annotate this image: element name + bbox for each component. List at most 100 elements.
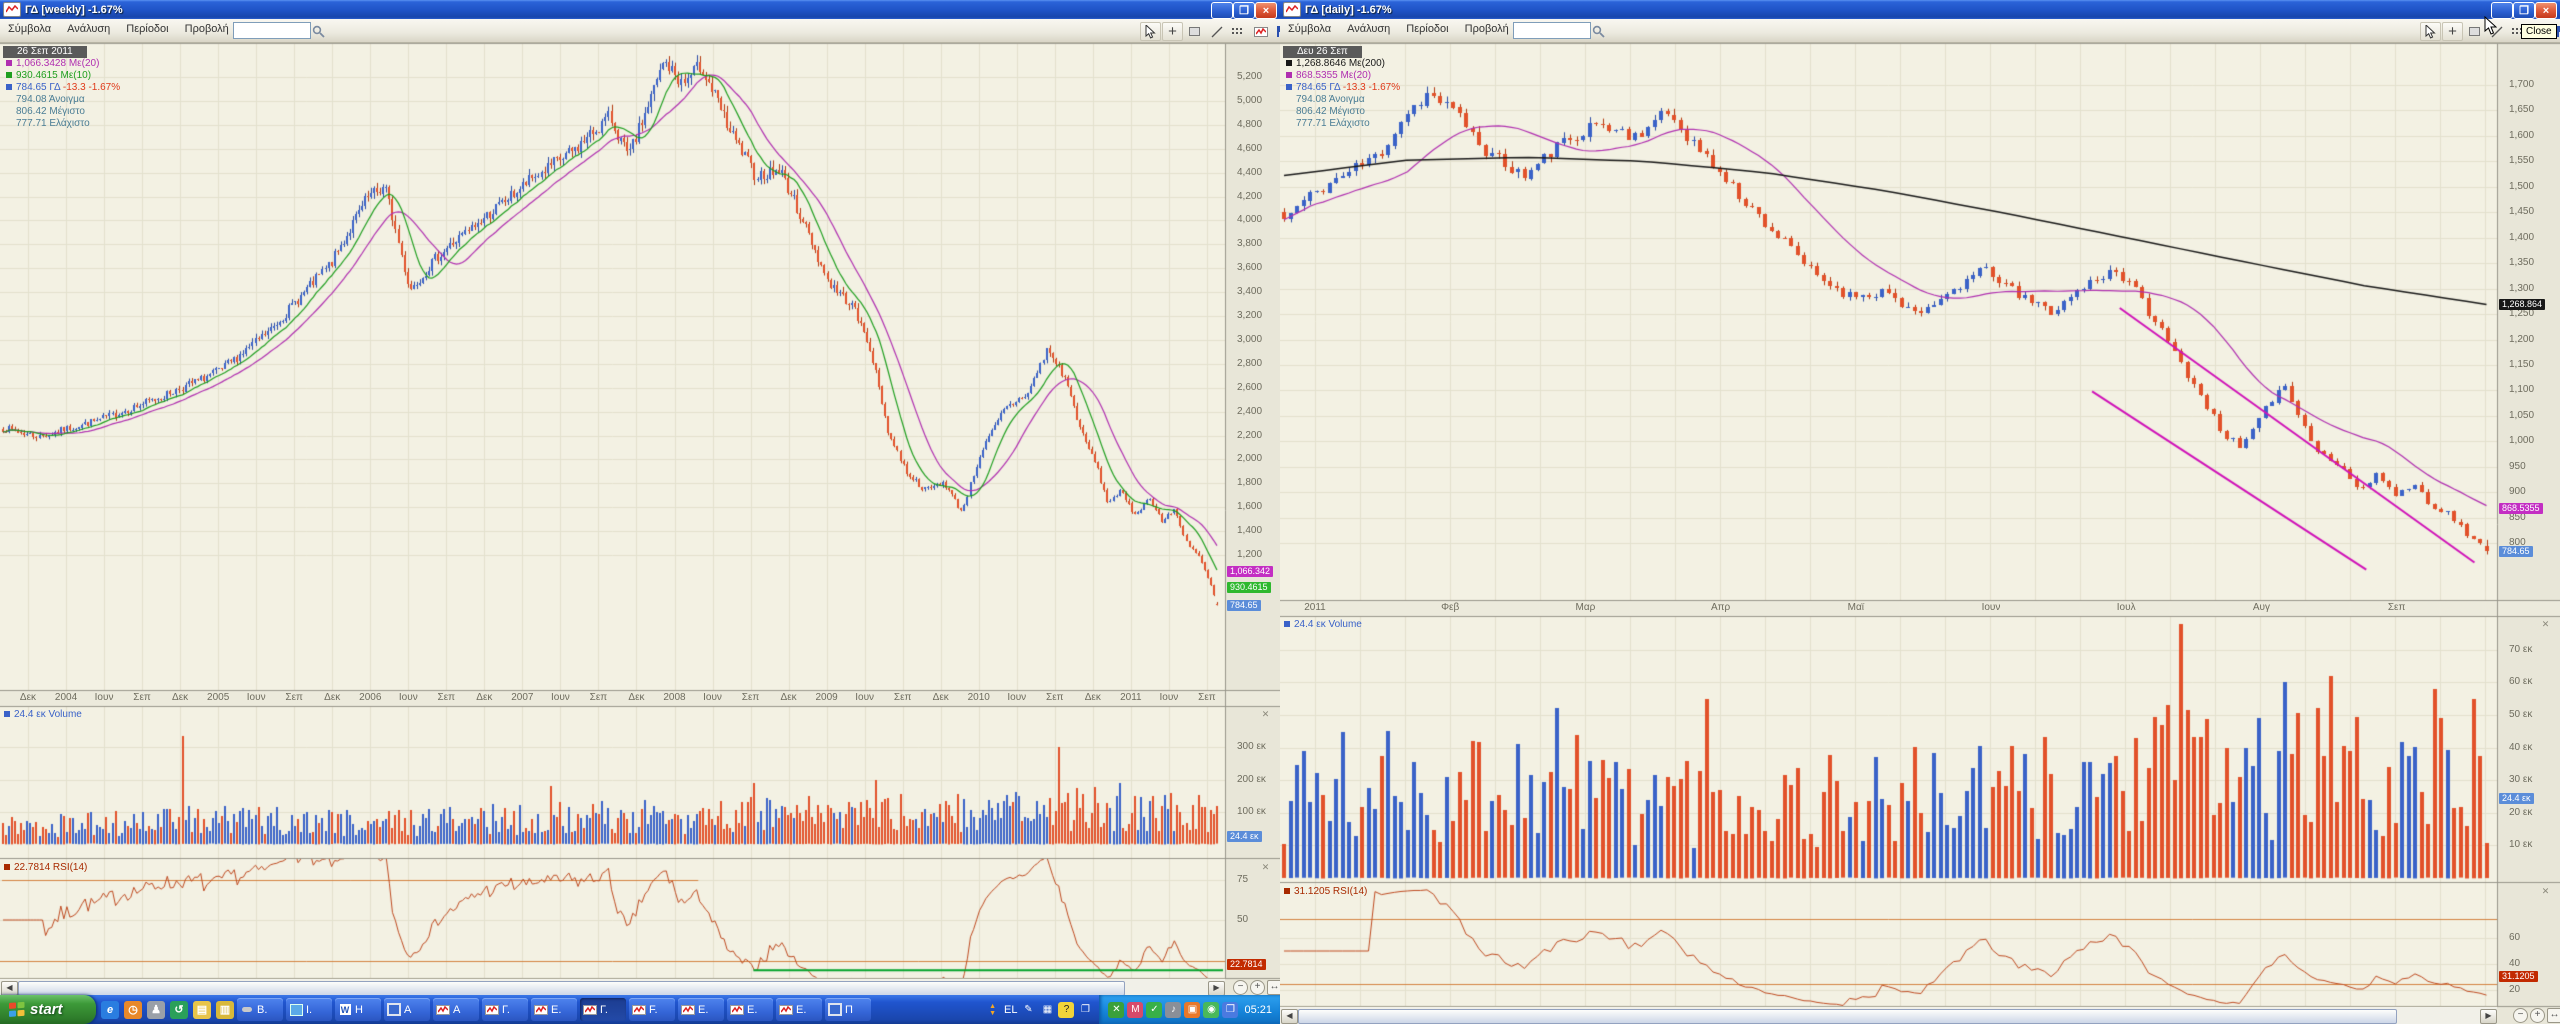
volume-pane-label: 24.4 εκ Volume <box>1284 619 1362 630</box>
weekly-chart-window: ΓΔ [weekly] -1.67% _ ❐ × ΣύμβολαΑνάλυσηΠ… <box>0 0 1280 995</box>
legend-text: 777.71 Ελάχιστο <box>1296 118 1370 129</box>
update-icon[interactable]: ✓ <box>1146 1002 1162 1018</box>
rectangle-icon[interactable] <box>2464 22 2485 41</box>
fit-width-button[interactable]: ↔ <box>2547 1008 2560 1023</box>
tablet-icon[interactable]: ▦ <box>1039 1002 1055 1018</box>
legend-text: 930.4615 Με(10) <box>16 70 91 81</box>
legend-row: 784.65 ΓΔ -13.3 -1.67% <box>3 82 120 94</box>
menu-item-Σύμβολα[interactable]: Σύμβολα <box>1280 19 1339 35</box>
close-button[interactable]: × <box>1255 2 1277 19</box>
scroll-right-arrow[interactable]: ▶ <box>2480 1009 2497 1024</box>
taskbar-button-E.[interactable]: E. <box>678 998 724 1021</box>
windows-stack-icon[interactable]: ❐ <box>1222 1002 1238 1018</box>
rsi-pane-close-icon[interactable]: ✕ <box>1260 862 1271 873</box>
rsi-pane-close-icon[interactable]: ✕ <box>2540 886 2551 897</box>
taskbar-button-A[interactable]: A <box>384 998 430 1021</box>
legend-marker <box>6 60 12 66</box>
close-button[interactable]: × <box>2535 2 2557 19</box>
date-axis-label: Ιουν <box>242 692 270 703</box>
menu-item-Ανάλυση[interactable]: Ανάλυση <box>1339 19 1398 35</box>
legend-row: 777.71 Ελάχιστο <box>1283 118 1400 130</box>
search-icon[interactable] <box>1588 22 1609 41</box>
daily-chart-canvas[interactable] <box>1280 0 2560 1024</box>
crosshair-icon[interactable]: + <box>2442 22 2463 41</box>
search-icon[interactable] <box>308 22 329 41</box>
menu-item-Προβολή[interactable]: Προβολή <box>1457 19 1517 35</box>
price-tag: 930.4615 <box>1227 582 1271 593</box>
monitor-eye-icon[interactable]: ◉ <box>1203 1002 1219 1018</box>
scroll-left-arrow[interactable]: ◀ <box>1281 1009 1298 1024</box>
menu-item-Προβολή[interactable]: Προβολή <box>177 19 237 35</box>
horizontal-scrollbar[interactable]: ◀▶ <box>1280 1006 2497 1024</box>
language-indicator[interactable]: EL <box>1004 1004 1017 1016</box>
taskbar-button-E.[interactable]: E. <box>531 998 577 1021</box>
date-axis-label: Δεκ <box>470 692 498 703</box>
window-switch-icon[interactable]: ❐ <box>1077 1002 1093 1018</box>
taskbar-button-E.[interactable]: E. <box>727 998 773 1021</box>
horizontal-scrollbar[interactable]: ◀▶ <box>0 978 1225 995</box>
menu-item-Ανάλυση[interactable]: Ανάλυση <box>59 19 118 35</box>
restore-button[interactable]: ❐ <box>1233 2 1255 19</box>
pointer-icon[interactable] <box>1140 22 1161 41</box>
taskbar-button-I.[interactable]: I. <box>286 998 332 1021</box>
help-icon[interactable]: ? <box>1058 1002 1074 1018</box>
card-reader-icon[interactable]: ▣ <box>1184 1002 1200 1018</box>
taskbar-button-B.[interactable]: B. <box>237 998 283 1021</box>
scroll-right-arrow[interactable]: ▶ <box>1208 981 1225 995</box>
mail-icon[interactable]: M <box>1127 1002 1143 1018</box>
save-icon[interactable] <box>1272 22 1280 41</box>
price-axis-tick: 5,000 <box>1237 95 1262 106</box>
zoom-out-button[interactable]: − <box>1233 980 1248 995</box>
taskbar-button-Γ.[interactable]: Γ. <box>580 998 626 1021</box>
audio-icon[interactable]: ♪ <box>1165 1002 1181 1018</box>
menu-item-Περίοδοι[interactable]: Περίοδοι <box>1398 19 1456 35</box>
dots-icon[interactable] <box>1228 22 1249 41</box>
menu-item-Σύμβολα[interactable]: Σύμβολα <box>0 19 59 35</box>
crosshair-icon[interactable]: + <box>1162 22 1183 41</box>
internet-explorer-icon[interactable]: e <box>101 1001 119 1019</box>
taskbar-button-E.[interactable]: E. <box>776 998 822 1021</box>
antivirus-icon[interactable]: ✕ <box>1108 1002 1124 1018</box>
messenger-icon[interactable]: ♟ <box>147 1001 165 1019</box>
zoom-out-button[interactable]: − <box>2513 1008 2528 1023</box>
volume-pane-close-icon[interactable]: ✕ <box>2540 619 2551 630</box>
pointer-icon[interactable] <box>2420 22 2441 41</box>
quick-launch: e ◷ ♟ ↺ ▤ ▥ <box>96 1001 234 1019</box>
chart-icon[interactable] <box>1250 22 1271 41</box>
weekly-titlebar[interactable]: ΓΔ [weekly] -1.67% _ ❐ × <box>0 0 1280 19</box>
taskbar-button-Π[interactable]: Π <box>825 998 871 1021</box>
date-axis-label: 2011 <box>1301 602 1329 613</box>
price-axis-tick: 3,000 <box>1237 334 1262 345</box>
zoom-in-button[interactable]: + <box>1250 980 1265 995</box>
shared-folder-icon[interactable]: ▥ <box>216 1001 234 1019</box>
taskbar-chevrons[interactable]: ▲▼ <box>989 1003 996 1017</box>
start-button[interactable]: start <box>0 995 96 1024</box>
taskbar-button-H[interactable]: WH <box>335 998 381 1021</box>
symbol-search-input[interactable] <box>233 22 311 39</box>
scheduler-icon[interactable]: ◷ <box>124 1001 142 1019</box>
symbol-search-input[interactable] <box>1513 22 1591 39</box>
notify-icons: ✎▦?❐ <box>1017 1002 1093 1018</box>
fit-width-button[interactable]: ↔ <box>1267 980 1280 995</box>
scrollbar-thumb[interactable] <box>18 981 1125 995</box>
windows-logo-icon <box>8 1001 26 1019</box>
weekly-chart-canvas[interactable] <box>0 0 1280 995</box>
taskbar-button-Γ.[interactable]: Γ. <box>482 998 528 1021</box>
rectangle-icon[interactable] <box>1184 22 1205 41</box>
explorer-folder-icon[interactable]: ▤ <box>193 1001 211 1019</box>
volume-pane-close-icon[interactable]: ✕ <box>1260 709 1271 720</box>
daily-titlebar[interactable]: ΓΔ [daily] -1.67% _ ❐ × <box>1280 0 2560 19</box>
scroll-left-arrow[interactable]: ◀ <box>1 981 18 995</box>
trendline-icon[interactable] <box>1206 22 1227 41</box>
minimize-button[interactable]: _ <box>1211 2 1233 19</box>
pen-icon[interactable]: ✎ <box>1020 1002 1036 1018</box>
menu-item-Περίοδοι[interactable]: Περίοδοι <box>118 19 176 35</box>
restore-button[interactable]: ❐ <box>2513 2 2535 19</box>
volume-axis-tick: 30 εκ <box>2509 774 2532 785</box>
taskbar-button-F.[interactable]: F. <box>629 998 675 1021</box>
taskbar-button-A[interactable]: A <box>433 998 479 1021</box>
scrollbar-thumb[interactable] <box>1298 1009 2397 1024</box>
network-globe-icon[interactable]: ↺ <box>170 1001 188 1019</box>
price-tag: 1,268.864 <box>2499 299 2545 310</box>
zoom-in-button[interactable]: + <box>2530 1008 2545 1023</box>
